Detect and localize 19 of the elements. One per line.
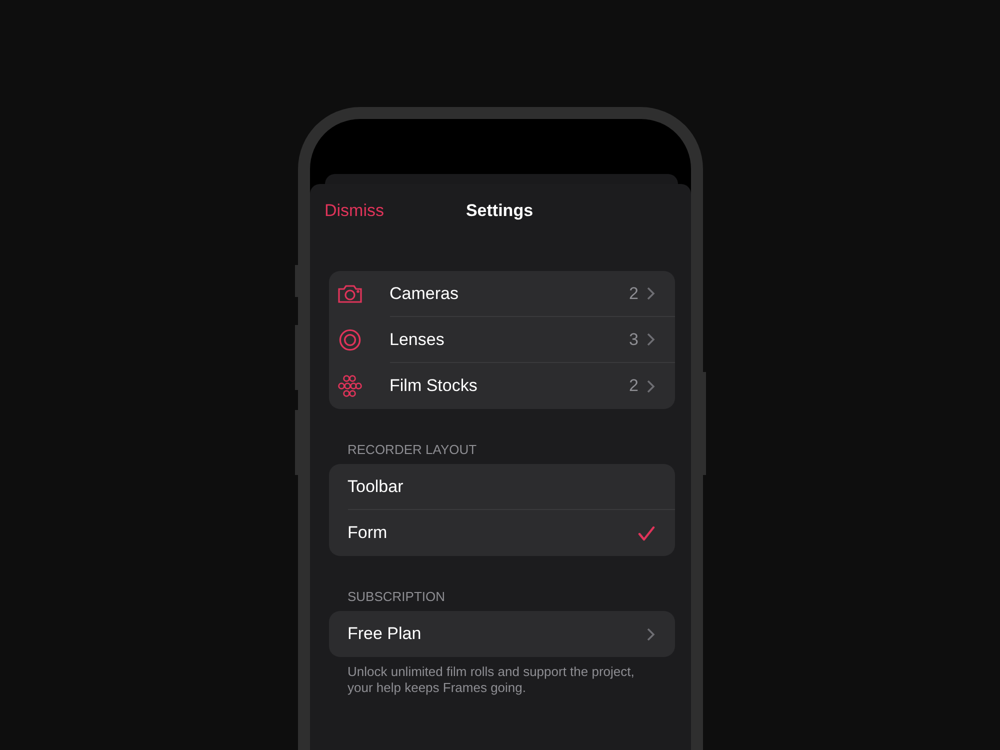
settings-row[interactable]: Cameras 2 xyxy=(390,271,674,317)
film-canisters-icon xyxy=(338,375,362,397)
screen-title: Settings xyxy=(466,201,534,221)
checkmark-icon xyxy=(638,526,654,540)
settings-row[interactable]: Film Stocks 2 xyxy=(390,363,674,409)
camera-icon xyxy=(336,284,362,304)
section-header: SUBSCRIPTION xyxy=(348,589,446,604)
chevron-icon xyxy=(646,380,654,392)
subscription-note: Unlock unlimited film rolls and support the project, your help keeps Frames going. xyxy=(348,664,636,696)
plan-row[interactable]: Free Plan xyxy=(348,611,674,657)
chevron-icon xyxy=(646,333,654,346)
dismiss-button[interactable]: Dismiss xyxy=(324,201,384,221)
layout-option[interactable]: Form xyxy=(348,510,674,556)
lens-icon xyxy=(338,328,360,350)
section-header: RECORDER LAYOUT xyxy=(348,442,478,457)
layout-option[interactable]: Toolbar xyxy=(348,464,674,510)
chevron-icon xyxy=(646,628,654,640)
chevron-icon xyxy=(646,287,654,300)
settings-row[interactable]: Lenses 3 xyxy=(390,317,674,363)
